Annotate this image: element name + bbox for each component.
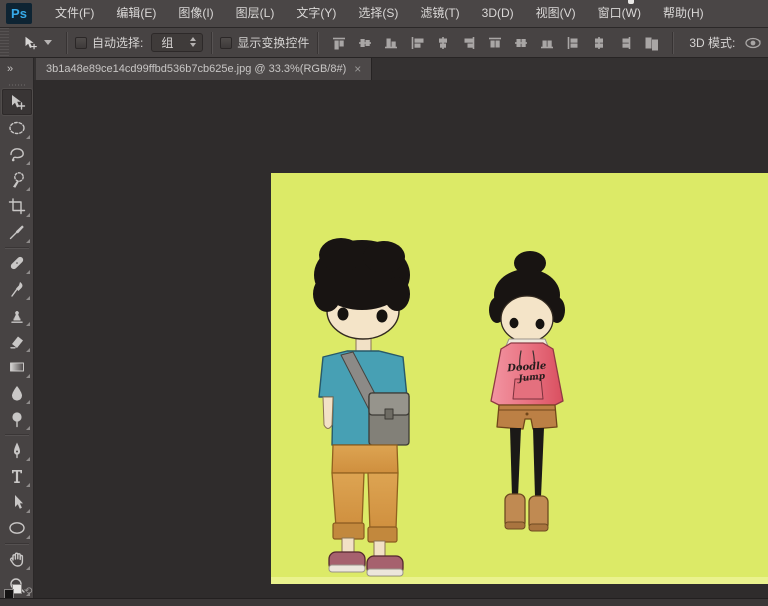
tool-separator (5, 543, 29, 544)
separator (66, 32, 67, 54)
status-bar (0, 598, 768, 606)
tool-lasso[interactable] (2, 141, 32, 167)
options-bar: 自动选择: 组 显示变换控件 3D 模式: (0, 27, 768, 58)
show-transform-label: 显示变换控件 (237, 34, 309, 51)
dropdown-value: 组 (161, 34, 173, 51)
tools-panel-collapse-button[interactable]: » (0, 58, 34, 80)
options-icon-align-vertical-centers[interactable] (356, 34, 374, 52)
menu-item-type[interactable]: 文字(Y) (285, 0, 347, 27)
options-icon-distribute-right-edges[interactable] (616, 34, 634, 52)
separator (211, 32, 212, 54)
3d-mode-label: 3D 模式: (689, 34, 735, 51)
tools-panel-grip[interactable] (9, 84, 25, 86)
image-bottom-strip (271, 577, 768, 584)
options-icon-auto-align-layers[interactable] (642, 34, 660, 52)
options-icon-distribute-top-edges[interactable] (486, 34, 504, 52)
tool-marquee[interactable] (2, 115, 32, 141)
menu-item-filter[interactable]: 滤镜(T) (409, 0, 470, 27)
foreground-color-swatch-icon[interactable] (4, 589, 14, 598)
photoshop-window: Ps 文件(F) 编辑(E) 图像(I) 图层(L) 文字(Y) 选择(S) 滤… (0, 0, 768, 606)
auto-select-checkbox[interactable] (75, 37, 87, 49)
move-tool-icon (21, 34, 39, 52)
workspace: ⟲ (0, 80, 768, 598)
ps-logo: Ps (6, 3, 32, 24)
menu-bar: Ps 文件(F) 编辑(E) 图像(I) 图层(L) 文字(Y) 选择(S) 滤… (0, 0, 768, 27)
tool-type[interactable] (2, 463, 32, 489)
options-icon-distribute-left-edges[interactable] (564, 34, 582, 52)
options-icon-align-right-edges[interactable] (460, 34, 478, 52)
options-icon-align-horizontal-centers[interactable] (434, 34, 452, 52)
options-icon-align-left-edges[interactable] (408, 34, 426, 52)
tool-quick-select[interactable] (2, 167, 32, 193)
tool-path-select[interactable] (2, 489, 32, 515)
menu-item-edit[interactable]: 编辑(E) (105, 0, 167, 27)
options-icon-align-top-edges[interactable] (330, 34, 348, 52)
menu-item-3d[interactable]: 3D(D) (471, 0, 525, 27)
auto-select-target-dropdown[interactable]: 组 (151, 33, 203, 52)
menu-item-window[interactable]: 窗口(W) (587, 0, 652, 27)
document-tab[interactable]: 3b1a48e89ce14cd99ffbd536b7cb625e.jpg @ 3… (36, 58, 372, 80)
active-tool-preview[interactable] (15, 34, 58, 52)
menu-item-view[interactable]: 视图(V) (525, 0, 587, 27)
tool-healing[interactable] (2, 250, 32, 276)
menu-item-help[interactable]: 帮助(H) (652, 0, 715, 27)
separator (317, 32, 318, 54)
options-icon-align-bottom-edges[interactable] (382, 34, 400, 52)
auto-select-label: 自动选择: (92, 34, 143, 51)
menu-item-select[interactable]: 选择(S) (347, 0, 409, 27)
tool-shape[interactable] (2, 515, 32, 541)
tool-move[interactable] (2, 89, 32, 115)
tool-clone-stamp[interactable] (2, 302, 32, 328)
options-bar-grip[interactable] (0, 28, 9, 57)
tool-eyedropper[interactable] (2, 219, 32, 245)
show-transform-checkbox[interactable] (220, 37, 232, 49)
document-image[interactable]: Doodle Jump (271, 173, 768, 584)
dropdown-spinner-icon (190, 37, 196, 47)
document-tab-title: 3b1a48e89ce14cd99ffbd536b7cb625e.jpg @ 3… (46, 63, 346, 75)
color-swatches: ⟲ (4, 584, 30, 598)
tool-dodge[interactable] (2, 406, 32, 432)
swap-colors-icon[interactable]: ⟲ (24, 586, 32, 597)
tool-separator (5, 434, 29, 435)
options-icon-distribute-bottom-edges[interactable] (538, 34, 556, 52)
tools-panel: ⟲ (0, 80, 34, 598)
canvas-area[interactable]: Doodle Jump (34, 80, 768, 598)
screen-artifact (628, 0, 634, 4)
tab-close-icon[interactable]: × (354, 63, 361, 75)
tool-preset-caret-icon (44, 40, 52, 45)
tool-blur[interactable] (2, 380, 32, 406)
tool-gradient[interactable] (2, 354, 32, 380)
tool-hand[interactable] (2, 546, 32, 572)
document-tab-bar: » 3b1a48e89ce14cd99ffbd536b7cb625e.jpg @… (0, 58, 768, 80)
options-icon-distribute-horizontal-centers[interactable] (590, 34, 608, 52)
align-distribute-icons (326, 34, 664, 52)
tool-brush[interactable] (2, 276, 32, 302)
3d-orbit-icon[interactable] (743, 33, 763, 53)
menu-item-file[interactable]: 文件(F) (44, 0, 105, 27)
menu-item-layer[interactable]: 图层(L) (225, 0, 286, 27)
separator (672, 32, 673, 54)
artwork: Doodle Jump (271, 173, 768, 584)
tool-separator (5, 247, 29, 248)
options-icon-distribute-vertical-centers[interactable] (512, 34, 530, 52)
tool-pen[interactable] (2, 437, 32, 463)
tool-eraser[interactable] (2, 328, 32, 354)
tool-crop[interactable] (2, 193, 32, 219)
menu-item-image[interactable]: 图像(I) (167, 0, 224, 27)
